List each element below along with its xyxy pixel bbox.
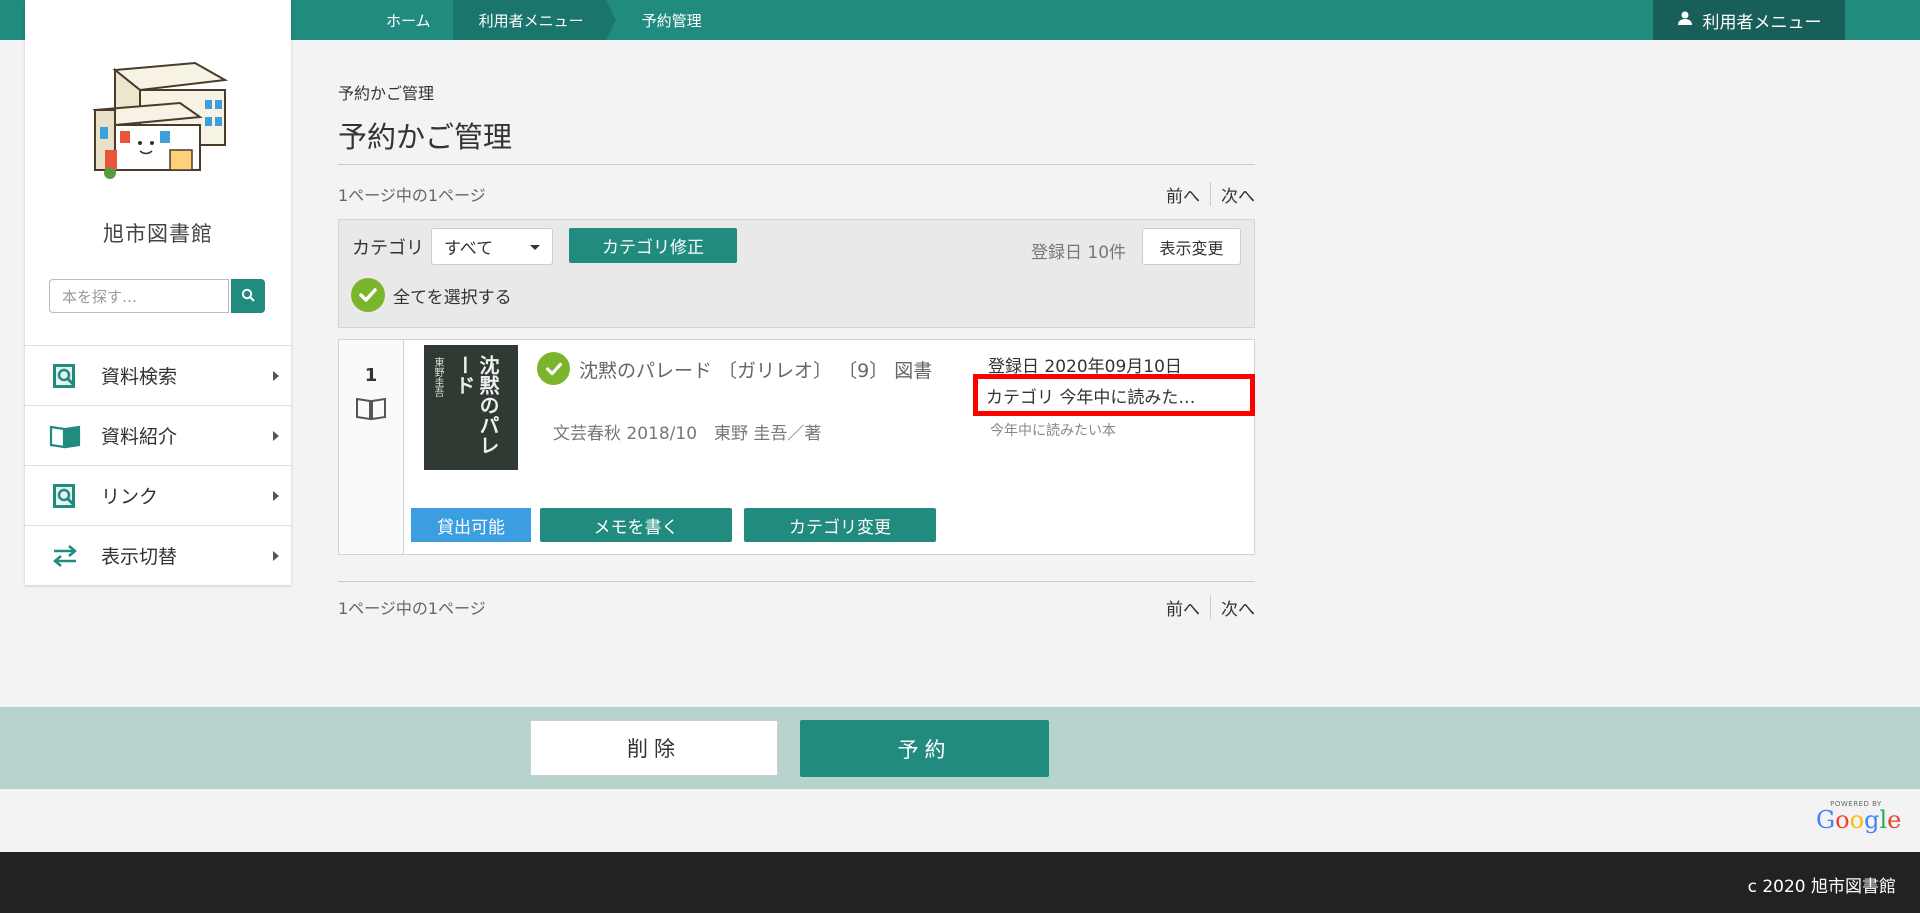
- next-page-link[interactable]: 次へ: [1221, 182, 1255, 207]
- search-icon: [241, 287, 255, 306]
- footer: c 2020 旭市図書館: [0, 852, 1920, 913]
- item-category-full: 今年中に読みたい本: [990, 423, 1116, 439]
- write-memo-button[interactable]: メモを書く: [540, 508, 732, 542]
- page-subtitle: 予約かご管理: [338, 84, 435, 103]
- user-menu-label: 利用者メニュー: [1702, 12, 1822, 33]
- sidebar: 旭市図書館 本を探す… 資料検索 資料紹介 リンク 表示切替: [25, 0, 291, 585]
- breadcrumb-home[interactable]: ホーム: [360, 0, 453, 40]
- book-cover[interactable]: 沈黙のパレード 東野圭吾: [424, 345, 518, 470]
- open-book-icon: [47, 421, 83, 451]
- swap-arrows-icon: [47, 541, 83, 571]
- pagination-bottom: 1ページ中の1ページ 前へ 次へ: [338, 592, 1255, 622]
- breadcrumb: ホーム 利用者メニュー 予約管理: [360, 0, 724, 40]
- category-fix-button[interactable]: カテゴリ修正: [569, 228, 737, 263]
- sidebar-item-label: 資料紹介: [101, 426, 178, 448]
- pager-divider: [1210, 182, 1211, 206]
- category-label: カテゴリ: [352, 238, 424, 259]
- page-info: 1ページ中の1ページ: [338, 599, 486, 618]
- book-icon: [355, 395, 387, 425]
- item-title-link[interactable]: 沈黙のパレード 〔ガリレオ〕 〔9〕 図書: [579, 356, 963, 386]
- action-bar: 削除 予約: [0, 707, 1920, 789]
- sidebar-item-label: リンク: [101, 486, 159, 508]
- main-content: 予約かご管理 予約かご管理 1ページ中の1ページ 前へ 次へ カテゴリ すべて …: [338, 80, 1255, 622]
- sidebar-item-label: 表示切替: [101, 546, 178, 568]
- library-name: 旭市図書館: [103, 222, 213, 246]
- page-title: 予約かご管理: [338, 114, 1255, 165]
- chevron-down-icon: [530, 245, 540, 250]
- sidebar-item-link[interactable]: リンク: [25, 465, 291, 525]
- select-all-toggle[interactable]: 全てを選択する: [351, 278, 512, 312]
- search-book-icon: [47, 361, 83, 391]
- reservation-item: 1 沈黙のパレード 東野圭吾 沈黙のパレード 〔ガリレオ〕 〔9〕 図書 文芸春…: [338, 339, 1255, 555]
- next-page-link[interactable]: 次へ: [1221, 595, 1255, 620]
- user-icon: [1677, 10, 1693, 31]
- breadcrumb-separator: [605, 0, 616, 40]
- sidebar-item-introduction[interactable]: 資料紹介: [25, 405, 291, 465]
- item-category-highlight: カテゴリ 今年中に読みた…: [973, 374, 1255, 416]
- sidebar-item-display-toggle[interactable]: 表示切替: [25, 525, 291, 585]
- change-category-button[interactable]: カテゴリ変更: [744, 508, 936, 542]
- chevron-right-icon: [273, 491, 279, 501]
- library-logo[interactable]: [80, 55, 240, 190]
- chevron-right-icon: [273, 431, 279, 441]
- item-publisher-info: 文芸春秋 2018/10 東野 圭吾／著: [553, 424, 822, 444]
- delete-button[interactable]: 削除: [530, 720, 778, 776]
- sidebar-item-label: 資料検索: [101, 366, 178, 388]
- category-select-value: すべて: [444, 239, 494, 259]
- cover-title: 沈黙のパレード: [452, 355, 500, 455]
- sort-info: 登録日 10件: [1031, 243, 1127, 263]
- chevron-right-icon: [273, 551, 279, 561]
- prev-page-link[interactable]: 前へ: [1166, 595, 1200, 620]
- cover-author: 東野圭吾: [432, 357, 443, 397]
- copyright: c 2020 旭市図書館: [1747, 877, 1896, 897]
- search-input[interactable]: 本を探す…: [49, 279, 229, 313]
- filter-panel: カテゴリ すべて カテゴリ修正 登録日 10件 表示変更 全てを選択する: [338, 219, 1255, 328]
- display-change-button[interactable]: 表示変更: [1142, 228, 1241, 265]
- breadcrumb-reservations: 予約管理: [641, 11, 702, 30]
- chevron-right-icon: [273, 371, 279, 381]
- checkmark-icon[interactable]: [351, 278, 385, 312]
- category-select[interactable]: すべて: [431, 228, 553, 265]
- select-all-label: 全てを選択する: [393, 287, 512, 308]
- divider: [338, 581, 1255, 582]
- link-search-icon: [47, 481, 83, 511]
- sidebar-item-search[interactable]: 資料検索: [25, 345, 291, 405]
- sidebar-nav: 資料検索 資料紹介 リンク 表示切替: [25, 345, 291, 585]
- item-checkmark-icon[interactable]: [537, 352, 570, 385]
- reserve-button[interactable]: 予約: [800, 720, 1049, 777]
- status-badge: 貸出可能: [411, 508, 531, 542]
- breadcrumb-user-menu[interactable]: 利用者メニュー: [452, 0, 606, 40]
- search-button[interactable]: [231, 279, 265, 313]
- prev-page-link[interactable]: 前へ: [1166, 182, 1200, 207]
- pager: 前へ 次へ: [1166, 595, 1255, 620]
- google-logo-text: Google: [1816, 806, 1902, 834]
- page-info: 1ページ中の1ページ: [338, 186, 486, 205]
- item-number: 1: [364, 365, 378, 386]
- item-number-column: 1: [339, 340, 404, 554]
- user-menu-button[interactable]: 利用者メニュー: [1653, 0, 1845, 40]
- pager: 前へ 次へ: [1166, 182, 1255, 207]
- powered-by-google-logo: POWERED BY Google: [1816, 800, 1902, 838]
- item-category: カテゴリ 今年中に読みた…: [986, 387, 1196, 408]
- pagination-top: 1ページ中の1ページ 前へ 次へ: [338, 179, 1255, 209]
- pager-divider: [1210, 595, 1211, 619]
